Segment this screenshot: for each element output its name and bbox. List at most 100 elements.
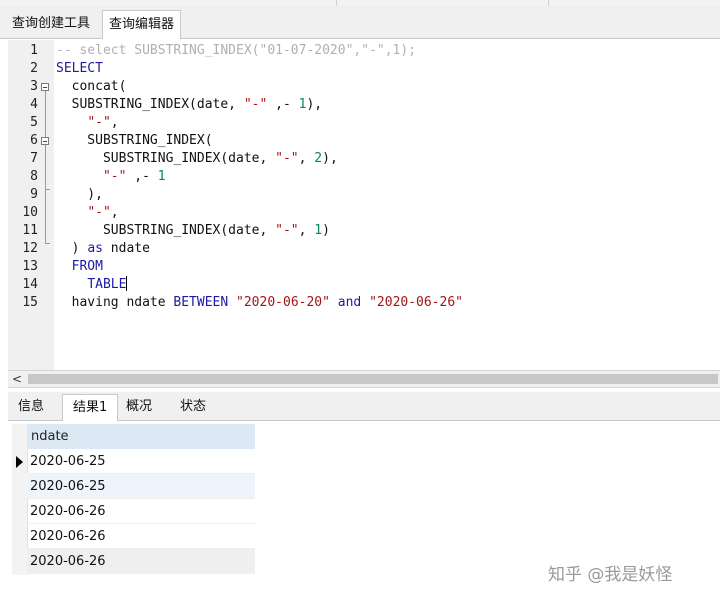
line-number: 3 (30, 79, 38, 94)
fold-guide (45, 91, 46, 243)
code-token: 1 (157, 169, 166, 184)
line-number: 2 (30, 61, 38, 76)
code-token: , (298, 151, 315, 166)
table-row[interactable]: 2020-06-26 (27, 499, 255, 524)
line-number: 8 (30, 169, 38, 184)
table-row[interactable]: 2020-06-26 (27, 524, 255, 549)
sql-editor[interactable]: 1 2 3 4 5 6 7 8 9 10 11 12 13 14 15 -- s… (8, 40, 720, 370)
code-token: SELECT (56, 61, 103, 76)
code-token: 2 (314, 151, 323, 166)
tab-query-builder[interactable]: 查询创建工具 (6, 10, 96, 37)
code-line[interactable]: SUBSTRING_INDEX(date, "-", 1) (56, 222, 330, 240)
code-line[interactable]: -- select SUBSTRING_INDEX("01-07-2020","… (56, 42, 416, 60)
code-line[interactable]: "-", (56, 114, 119, 132)
table-row[interactable]: 2020-06-26 (27, 549, 255, 574)
scroll-thumb[interactable] (28, 374, 718, 384)
scroll-left-icon[interactable]: < (12, 371, 22, 387)
row-indicator-column (12, 424, 28, 575)
table-row[interactable]: 2020-06-25 (27, 474, 255, 499)
code-token: ) (56, 241, 88, 256)
code-token: "2020-06-20" (236, 295, 330, 310)
horizontal-scrollbar[interactable]: < (8, 370, 720, 388)
line-number: 10 (22, 205, 38, 220)
code-token: "-" (275, 223, 299, 238)
code-line[interactable]: concat( (56, 78, 127, 96)
code-token: , (298, 223, 315, 238)
code-token: ), (306, 97, 323, 112)
code-token: TABLE (87, 277, 127, 292)
code-token: SUBSTRING_INDEX(date, (56, 97, 244, 112)
code-token: "-" (87, 205, 111, 220)
code-token: ), (56, 187, 103, 202)
code-token: ,- (126, 169, 158, 184)
code-token: "-" (102, 169, 127, 184)
code-token: "2020-06-26" (369, 295, 464, 310)
current-row-pointer-icon (16, 456, 23, 468)
line-number: 4 (30, 97, 38, 112)
column-header-ndate[interactable]: ndate (27, 424, 255, 449)
code-line[interactable]: SELECT (56, 60, 103, 78)
code-token: and (337, 295, 362, 310)
fold-guide-end (45, 189, 50, 190)
tab-query-editor[interactable]: 查询编辑器 (102, 10, 182, 39)
code-token: SUBSTRING_INDEX(date, (56, 151, 276, 166)
code-token: as (87, 241, 103, 256)
tab-result-1[interactable]: 结果1 (62, 394, 119, 421)
code-token: ), (322, 151, 338, 166)
fold-guide-end (45, 243, 50, 244)
query-tabbar: 查询创建工具 查询编辑器 (0, 6, 720, 39)
tab-info[interactable]: 信息 (8, 394, 54, 420)
code-line[interactable]: having ndate BETWEEN "2020-06-20" and "2… (56, 294, 463, 312)
code-line[interactable]: TABLE (56, 276, 128, 294)
watermark: 知乎 @我是妖怪 (548, 565, 673, 585)
line-number: 9 (30, 187, 38, 202)
line-number: 1 (30, 43, 38, 58)
code-token: ,- (267, 97, 299, 112)
code-token: 1 (314, 223, 323, 238)
code-token: ndate (102, 241, 150, 256)
code-token: , (110, 205, 119, 220)
fold-toggle-icon[interactable] (41, 137, 49, 145)
code-token: "-" (243, 97, 268, 112)
line-gutter: 1 2 3 4 5 6 7 8 9 10 11 12 13 14 15 (8, 40, 54, 370)
line-number: 14 (22, 277, 38, 292)
code-line[interactable]: "-" ,- 1 (56, 168, 166, 186)
code-token: SUBSTRING_INDEX( (56, 133, 213, 148)
tab-status[interactable]: 状态 (170, 394, 216, 420)
table-row[interactable]: 2020-06-25 (27, 449, 255, 474)
tab-profile[interactable]: 概况 (116, 394, 162, 420)
code-line[interactable]: SUBSTRING_INDEX( (56, 132, 213, 150)
code-token: -- select SUBSTRING_INDEX("01-07-2020","… (56, 43, 417, 58)
code-line[interactable]: ), (56, 186, 103, 204)
line-number: 5 (30, 115, 38, 130)
code-line[interactable]: FROM (56, 258, 103, 276)
line-number: 12 (22, 241, 38, 256)
line-number: 7 (30, 151, 38, 166)
fold-toggle-icon[interactable] (41, 83, 49, 91)
line-number: 11 (22, 223, 38, 238)
code-token: FROM (71, 259, 103, 274)
code-token: having ndate (56, 295, 174, 310)
code-token: concat( (56, 79, 127, 94)
code-line[interactable]: ) as ndate (56, 240, 150, 258)
code-token: ) (322, 223, 330, 238)
code-token: SUBSTRING_INDEX(date, (56, 223, 276, 238)
code-token: BETWEEN (173, 295, 229, 310)
code-line[interactable]: "-", (56, 204, 119, 222)
line-number: 15 (22, 295, 38, 310)
result-tabbar: 信息 结果1 概况 状态 (8, 392, 720, 421)
code-line[interactable]: SUBSTRING_INDEX(date, "-" ,- 1), (56, 96, 322, 114)
code-line[interactable]: SUBSTRING_INDEX(date, "-", 2), (56, 150, 338, 168)
line-number: 6 (30, 133, 38, 148)
code-token: , (110, 115, 119, 130)
code-token: "-" (87, 115, 111, 130)
code-token: "-" (275, 151, 299, 166)
